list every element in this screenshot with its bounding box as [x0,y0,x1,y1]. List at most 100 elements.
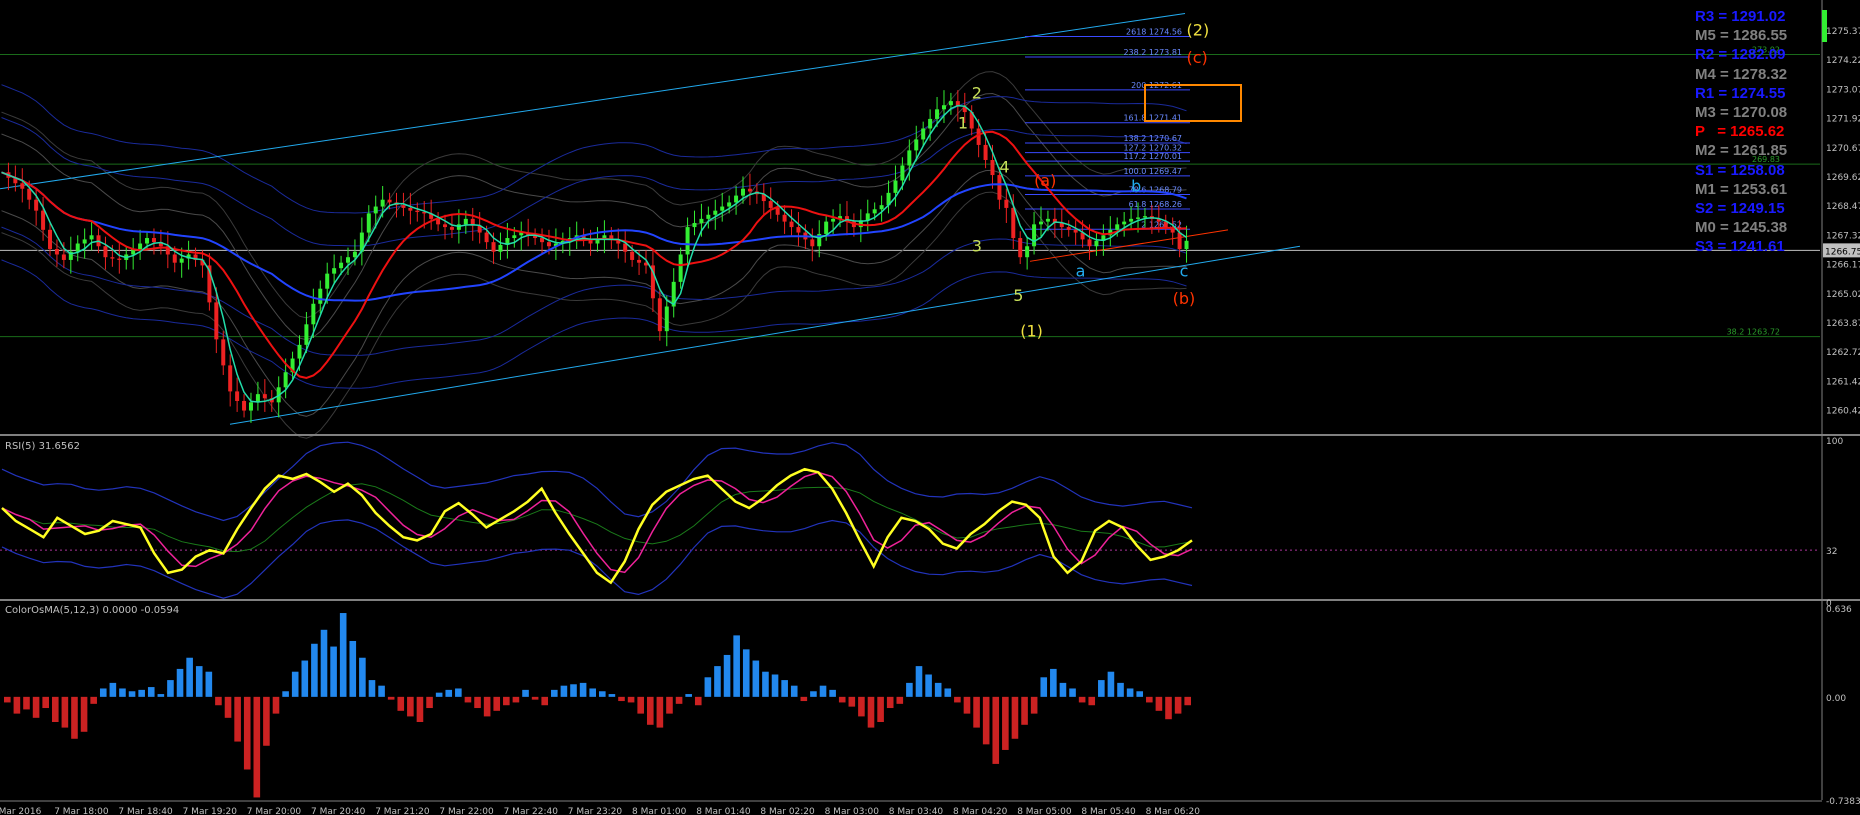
candle-body [1073,229,1078,233]
candle-body [311,303,316,325]
osma-bar [560,685,568,697]
osma-bar [512,696,520,703]
candle-body [900,165,905,181]
rsi-lower-band [1,519,1193,599]
candle-body [720,206,725,211]
osma-bar [896,696,904,704]
price-tick-label: 1261.42 [1826,377,1860,387]
candle-body [82,239,87,244]
osma-bar [646,696,654,725]
candle-body [235,391,240,401]
price-pane[interactable]: 2618 1274.56238.2 1273.81200 1272.61161.… [0,12,1820,439]
osma-bar [1069,688,1076,697]
pivot-level-label: R3 = 1291.02 [1695,8,1786,25]
osma-bar [1040,677,1048,697]
candle-body [872,209,877,214]
pivot-level-label: R2 = 1282.09 [1695,46,1786,64]
osma-bar [464,696,472,703]
osma-bar [42,696,49,709]
volume-marker [1822,10,1827,42]
candle-body [692,222,697,228]
osma-bar [1184,696,1191,706]
price-tick-label: 1268.47 [1826,202,1860,212]
osma-bar [378,685,385,697]
osma-pane[interactable]: ColorOsMA(5,12,3) 0.0000 -0.0594 [4,605,1191,798]
osma-bar [752,660,760,697]
osma-bar [176,668,184,697]
candle-body [893,180,898,193]
time-tick-label: 7 Mar 22:00 [439,807,494,815]
rsi-upper-band [1,441,1193,522]
osma-bar [99,688,107,697]
osma-bar [426,696,433,709]
candle-body [727,202,732,207]
candle-body [34,199,39,211]
candle-body [1066,227,1071,230]
candle-body [151,238,156,243]
candle-body [352,251,357,258]
time-tick-label: 7 Mar 20:40 [311,807,366,815]
candle-body [789,221,794,228]
osma-bar [138,689,145,697]
candle-body [706,214,711,219]
trading-chart[interactable]: 2618 1274.56238.2 1273.81200 1272.61161.… [0,0,1860,815]
pivot-level-label: S2 = 1249.15 [1695,200,1785,217]
envelope-band [1,191,1187,439]
candle-body [103,246,108,258]
candle-body [540,238,545,243]
osma-bar [320,629,328,697]
osma-bar [982,696,990,745]
osma-bar [618,696,625,702]
osma-bar [790,685,798,697]
candle-body [449,227,454,230]
time-tick-label: 8 Mar 03:40 [889,807,944,815]
osma-bar [637,696,644,714]
price-tick-label: 1271.92 [1826,115,1860,125]
osma-bar [531,696,539,700]
osma-bar [282,691,289,697]
osma-bar [723,654,731,697]
osma-bar [109,682,117,697]
osma-bar [733,635,740,697]
osma-bar [1050,668,1057,697]
candle-body [1025,246,1030,258]
candle-body [145,238,150,244]
osma-bar [886,696,894,709]
rsi-slow-signal [1,483,1193,553]
candle-body [935,109,940,119]
osma-bar [915,666,923,697]
candle-body [713,210,718,215]
osma-tick-label: 0.636 [1826,605,1852,615]
candle-body [907,150,912,166]
osma-bar [445,689,453,697]
price-tick-label: 1262.72 [1826,348,1860,358]
time-tick-label: 8 Mar 05:00 [1017,807,1072,815]
candle-body [380,199,385,207]
osma-bar [291,671,299,697]
wave-label: 5 [1013,286,1023,305]
rsi-pane[interactable]: RSI(5) 31.6562 [0,441,1820,599]
candle-body [914,139,919,151]
price-tick-label: 1275.37 [1826,27,1860,37]
wave-label: 2 [972,83,982,102]
candle-body [990,159,995,176]
osma-bar [675,696,683,704]
candle-body [491,242,496,252]
candle-body [61,254,66,260]
osma-bar [781,680,788,697]
fib-level-label: 2618 1274.56 [1126,27,1182,36]
candle-body [443,224,448,228]
time-tick-label: 7 Mar 22:40 [504,807,559,815]
candle-body [1142,216,1147,218]
candle-body [775,207,780,215]
wave-label: c [1180,261,1189,280]
time-tick-label: 8 Mar 03:00 [825,807,880,815]
candle-body [921,128,926,140]
pivot-level-label: M2 = 1261.85 [1695,142,1788,160]
time-tick-label: 7 Mar 21:20 [375,807,430,815]
price-tick-label: 1266.17 [1826,261,1860,271]
osma-bar [368,680,376,697]
osma-bar [704,677,712,697]
candle-body [997,175,1002,200]
osma-bar [877,696,884,723]
